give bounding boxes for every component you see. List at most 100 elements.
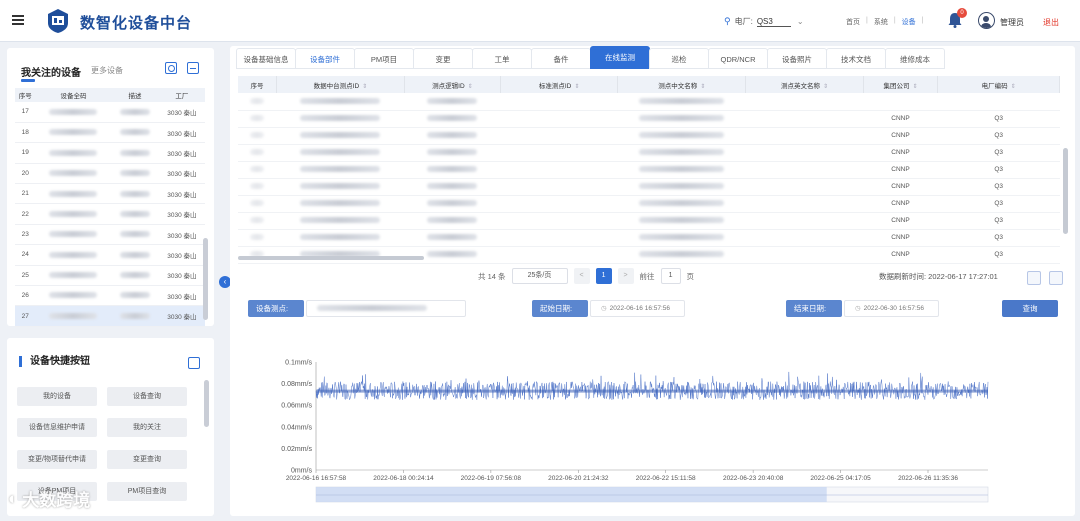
column-header[interactable]: 序号 <box>238 76 277 93</box>
menu-icon[interactable] <box>12 15 24 25</box>
equipment-code <box>35 142 112 164</box>
column-header[interactable]: 标准测点ID ⇕ <box>500 76 619 93</box>
settings-icon[interactable] <box>188 357 200 369</box>
zoom-slider-window[interactable] <box>316 487 827 502</box>
col-header[interactable]: 描述 <box>111 88 159 102</box>
sort-icon[interactable]: ⇕ <box>362 84 367 90</box>
link-equipment[interactable]: 设备 <box>902 17 916 27</box>
standard-point-id <box>500 229 618 247</box>
table-row[interactable]: 21 3030 秦山 <box>15 183 205 205</box>
goto-input[interactable]: 1 <box>660 268 681 284</box>
column-header[interactable]: 测点逻辑ID ⇕ <box>404 76 501 93</box>
table-row[interactable]: 27 3030 秦山 <box>15 305 205 327</box>
table-row[interactable]: 23 3030 秦山 <box>15 224 205 246</box>
tab-1[interactable]: 设备部件 <box>295 48 355 69</box>
quick-button[interactable]: 设备信息维护申请 <box>17 418 97 437</box>
column-header[interactable]: 集团公司 ⇕ <box>863 76 939 93</box>
tab-11[interactable]: 维修成本 <box>885 48 945 69</box>
plant-cell: 3030 秦山 <box>158 102 205 123</box>
prev-page-button[interactable]: < <box>573 268 590 284</box>
quick-button[interactable]: 设备查询 <box>107 387 187 406</box>
table-row[interactable]: CNNP Q3 <box>238 144 1060 162</box>
table-row[interactable]: CNNP Q3 <box>238 161 1060 179</box>
sort-icon[interactable]: ⇕ <box>912 84 917 90</box>
followed-title[interactable]: 我关注的设备 <box>21 64 81 79</box>
plant-cell: 3030 秦山 <box>158 285 205 307</box>
quick-button[interactable]: PM项目查询 <box>107 482 187 501</box>
tab-3[interactable]: 变更 <box>413 48 473 69</box>
col-header[interactable]: 工厂 <box>158 88 205 102</box>
sort-icon[interactable]: ⇕ <box>1011 84 1016 90</box>
followed-equipment-panel: 我关注的设备 更多设备 序号 设备全码 描述 工厂 17 3030 秦山 18 303… <box>7 48 214 327</box>
tab-9[interactable]: 设备照片 <box>767 48 827 69</box>
table-horizontal-scrollbar[interactable] <box>238 256 424 260</box>
link-home[interactable]: 首页 <box>846 17 860 27</box>
table-row[interactable]: CNNP Q3 <box>238 110 1060 128</box>
column-header[interactable]: 电厂编码 ⇕ <box>937 76 1060 93</box>
tab-10[interactable]: 技术文档 <box>826 48 886 69</box>
start-date-input[interactable]: 2022-06-16 16:57:56 <box>590 300 685 317</box>
table-row[interactable]: CNNP Q3 <box>238 246 1060 264</box>
quick-button[interactable]: 我的设备 <box>17 387 97 406</box>
tab-0[interactable]: 设备基础信息 <box>236 48 296 69</box>
table-row[interactable]: CNNP Q3 <box>238 212 1060 230</box>
quick-scrollbar[interactable] <box>204 380 209 427</box>
link-system[interactable]: 系统 <box>874 17 888 27</box>
export-icon[interactable] <box>1027 271 1041 285</box>
table-row[interactable]: 20 3030 秦山 <box>15 163 205 185</box>
avatar[interactable] <box>978 12 995 29</box>
watermark-logo-icon: ◐ <box>8 488 19 508</box>
tab-8[interactable]: QDR/NCR <box>708 48 768 69</box>
query-button[interactable]: 查询 <box>1002 300 1058 317</box>
table-row[interactable]: CNNP Q3 <box>238 178 1060 196</box>
table-row[interactable]: 19 3030 秦山 <box>15 142 205 164</box>
col-header[interactable]: 序号 <box>15 88 36 102</box>
plant-value[interactable]: QS3 <box>756 17 791 27</box>
quick-button[interactable]: 变更/物项替代申请 <box>17 450 97 469</box>
plant-selector[interactable]: ⚲ 电厂: QS3 ⌄ <box>724 16 804 27</box>
end-date-input[interactable]: 2022-06-30 16:57:56 <box>844 300 939 317</box>
equipment-desc <box>111 142 159 164</box>
table-row[interactable] <box>238 93 1060 111</box>
table-row[interactable]: 17 3030 秦山 <box>15 102 205 123</box>
tab-2[interactable]: PM项目 <box>354 48 414 69</box>
column-header[interactable]: 数据中台测点ID ⇕ <box>276 76 405 93</box>
point-input[interactable] <box>306 300 466 317</box>
table-row[interactable]: 22 3030 秦山 <box>15 203 205 225</box>
sort-icon[interactable]: ⇕ <box>468 84 473 90</box>
table-row[interactable]: CNNP Q3 <box>238 195 1060 213</box>
sort-icon[interactable]: ⇕ <box>700 84 705 90</box>
quick-button[interactable]: 变更查询 <box>107 450 187 469</box>
logout-link[interactable]: 退出 <box>1043 17 1059 28</box>
chevron-down-icon[interactable]: ⌄ <box>797 17 804 26</box>
tab-7[interactable]: 巡检 <box>649 48 709 69</box>
tab-4[interactable]: 工单 <box>472 48 532 69</box>
minimize-icon[interactable] <box>187 62 199 74</box>
sort-icon[interactable]: ⇕ <box>823 84 828 90</box>
more-equipment-link[interactable]: 更多设备 <box>91 65 123 76</box>
table-row[interactable]: 24 3030 秦山 <box>15 244 205 266</box>
tab-5[interactable]: 备件 <box>531 48 591 69</box>
point-en-name <box>745 161 864 179</box>
page-size-select[interactable]: 25条/页 <box>511 268 568 284</box>
refresh-icon[interactable] <box>165 62 177 74</box>
notification-bell[interactable]: 0 <box>948 8 967 30</box>
share-icon[interactable] <box>1049 271 1063 285</box>
point-en-name <box>745 144 864 162</box>
table-row[interactable]: CNNP Q3 <box>238 229 1060 247</box>
plant-cell: 3030 秦山 <box>158 183 205 205</box>
next-page-button[interactable]: > <box>617 268 634 284</box>
column-header[interactable]: 测点英文名称 ⇕ <box>745 76 864 93</box>
table-vertical-scrollbar[interactable] <box>1063 148 1068 234</box>
table-row[interactable]: 25 3030 秦山 <box>15 265 205 287</box>
tab-6[interactable]: 在线监测 <box>590 46 650 69</box>
quick-button[interactable]: 我的关注 <box>107 418 187 437</box>
table-row[interactable]: 26 3030 秦山 <box>15 285 205 307</box>
column-header[interactable]: 测点中文名称 ⇕ <box>617 76 747 93</box>
col-header[interactable]: 设备全码 <box>35 88 112 102</box>
page-number[interactable]: 1 <box>595 268 612 284</box>
table-row[interactable]: CNNP Q3 <box>238 127 1060 145</box>
table-row[interactable]: 18 3030 秦山 <box>15 122 205 144</box>
followed-scrollbar[interactable] <box>203 238 208 320</box>
sort-icon[interactable]: ⇕ <box>574 84 579 90</box>
